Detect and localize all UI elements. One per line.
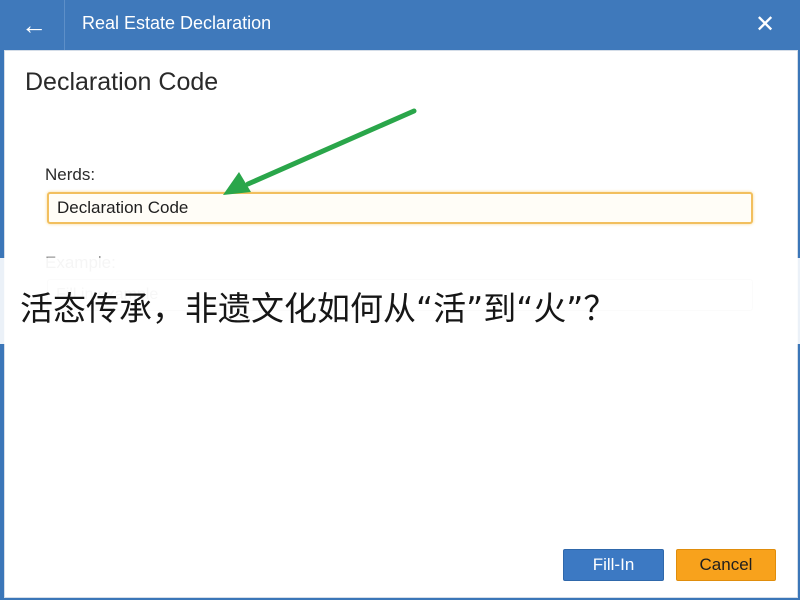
- caption-text: 活态传承，非遗文化如何从“活”到“火”？: [20, 289, 617, 328]
- window-title: Real Estate Declaration: [82, 13, 272, 33]
- close-button[interactable]: ✕: [748, 8, 782, 42]
- cancel-button[interactable]: Cancel: [676, 549, 776, 581]
- title-bar: ← Real Estate Declaration ✕: [0, 0, 800, 50]
- caption-banner: 活态传承，非遗文化如何从“活”到“火”？: [0, 258, 800, 344]
- field-label: Nerds:: [45, 165, 96, 184]
- title-separator: [64, 0, 65, 50]
- fill-in-button[interactable]: Fill-In: [563, 549, 664, 581]
- back-button[interactable]: ←: [14, 8, 54, 42]
- declaration-code-input[interactable]: [47, 192, 753, 224]
- arrow-left-icon: ←: [21, 10, 47, 40]
- page-title: Declaration Code: [25, 68, 219, 96]
- close-icon: ✕: [754, 11, 776, 38]
